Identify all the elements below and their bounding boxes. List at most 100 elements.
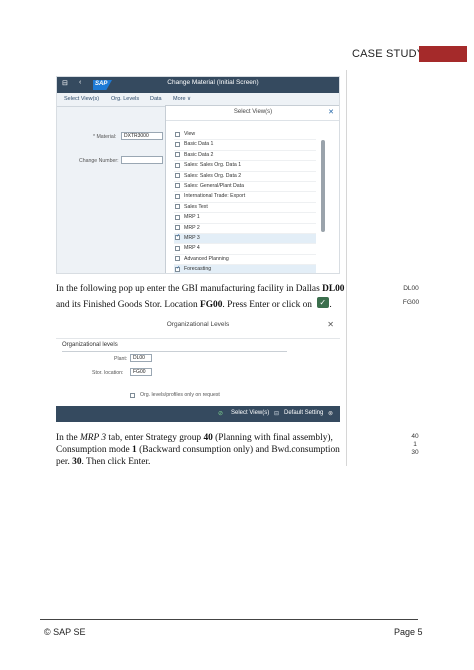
column-divider <box>346 70 347 466</box>
side-value-plant: DL00 <box>403 285 419 292</box>
view-checkbox[interactable] <box>175 256 180 262</box>
side-value-period: 30 <box>411 449 419 456</box>
sap-logo: SAP <box>93 80 112 90</box>
text-span: . Then click Enter. <box>81 457 151 467</box>
view-checkbox[interactable] <box>175 183 180 189</box>
text-span: . Press Enter or click on <box>222 300 315 310</box>
dialog-title: Select View(s) <box>233 109 273 115</box>
view-row[interactable]: Basic Data 1 <box>174 140 316 151</box>
header-label: CASE STUDY <box>352 48 425 60</box>
stor-location-label: Stor. location: <box>92 370 124 376</box>
side-value-strategy: 40 <box>411 433 419 440</box>
dialog-header: Select View(s) ✕ <box>166 106 339 121</box>
instruction-line-2: and its Finished Goods Stor. Location FG… <box>56 296 332 312</box>
view-row[interactable]: International Trade: Export <box>174 192 316 203</box>
close-icon[interactable]: ✕ <box>327 320 334 329</box>
close-icon[interactable]: ✕ <box>328 108 334 116</box>
org-levels-title: Organizational Levels <box>166 321 230 328</box>
footer-copyright: © SAP SE <box>44 627 86 637</box>
strategy-bold: 40 <box>203 433 213 443</box>
view-checkbox[interactable] <box>175 141 180 147</box>
change-number-label: Change Number: <box>79 158 119 164</box>
view-checkbox[interactable] <box>175 265 180 272</box>
view-label: Sales: General/Plant Data <box>184 182 244 189</box>
view-label: Sales Text <box>184 203 208 210</box>
text-span: Consumption mode <box>56 445 133 455</box>
view-checkbox[interactable] <box>175 245 180 251</box>
group-divider <box>62 351 287 352</box>
view-row[interactable]: Basic Data 2 <box>174 151 316 162</box>
view-label: International Trade: Export <box>184 193 246 200</box>
material-label: * Material: <box>93 134 117 140</box>
enter-icon <box>317 296 330 310</box>
view-row[interactable]: Sales: General/Plant Data <box>174 182 316 193</box>
view-checkbox[interactable] <box>175 162 180 168</box>
select-views-dialog: Select View(s) ✕ View Basic Data 1 Basic D… <box>165 105 339 273</box>
default-setting-button[interactable]: Default Setting <box>284 410 323 416</box>
view-checkbox[interactable] <box>175 131 180 137</box>
checkbox-label: Org. levels/profiles only on request <box>140 392 220 398</box>
view-checkbox[interactable] <box>175 233 180 241</box>
view-row[interactable]: MRP 4 <box>174 244 316 255</box>
menu-data[interactable]: Data <box>150 96 162 102</box>
view-checkbox[interactable] <box>175 173 180 179</box>
text-span: In the <box>56 433 80 443</box>
menu-select-views[interactable]: Select View(s) <box>64 96 99 102</box>
text-span: . <box>329 300 332 310</box>
side-value-consumption: 1 <box>413 441 417 448</box>
bwd-period-bold: 30 <box>72 457 82 467</box>
menu-icon[interactable]: ⊟ <box>62 79 68 87</box>
view-row[interactable]: Sales Text <box>174 203 316 214</box>
default-setting-icon: ⊟ <box>274 411 280 417</box>
view-row[interactable]: Sales: Sales Org. Data 2 <box>174 172 316 182</box>
footer-divider <box>40 619 418 620</box>
footer-page-number: Page 5 <box>394 627 423 637</box>
sap-title-bar: ⊟ ‹ SAP Change Material (Initial Screen) <box>57 77 339 93</box>
mrp3-italic: MRP 3 <box>79 433 107 443</box>
material-input[interactable]: DXTR3000 <box>121 132 163 140</box>
view-row[interactable]: Forecasting <box>174 265 316 273</box>
scrollbar[interactable] <box>321 140 325 232</box>
view-label: Advanced Planning <box>184 255 229 262</box>
window-title: Change Material (Initial Screen) <box>167 79 259 86</box>
view-row[interactable]: MRP 1 <box>174 213 316 224</box>
view-checkbox[interactable] <box>175 152 180 158</box>
plant-label: Plant: <box>114 356 128 362</box>
confirm-icon: ⊘ <box>218 411 224 417</box>
view-label: MRP 1 <box>184 214 200 221</box>
plant-input[interactable]: DL00 <box>130 354 152 362</box>
view-label: Sales: Sales Org. Data 1 <box>184 162 242 169</box>
text-span: and its Finished Goods Stor. Location <box>56 300 201 310</box>
change-number-input[interactable] <box>121 156 163 164</box>
org-levels-header: Organizational Levels ✕ <box>56 314 340 339</box>
view-label: Basic Data 2 <box>184 151 214 158</box>
text-span: tab, enter Strategy group <box>106 433 204 443</box>
menu-more[interactable]: More ∨ <box>173 96 191 102</box>
stor-location-input[interactable]: FG00 <box>130 368 152 376</box>
views-list: View Basic Data 1 Basic Data 2 Sales: Sales… <box>174 130 316 273</box>
view-row[interactable]: MRP 2 <box>174 224 316 234</box>
view-row[interactable]: MRP 3 <box>174 233 316 245</box>
screenshot-org-levels: Organizational Levels ✕ Organizational l… <box>56 314 340 422</box>
instruction-line-1: In the following pop up enter the GBI ma… <box>56 282 344 296</box>
view-checkbox[interactable] <box>175 225 180 231</box>
plant-code-bold: DL00 <box>322 284 345 294</box>
view-checkbox[interactable] <box>175 214 180 220</box>
cancel-icon[interactable]: ⊗ <box>328 410 333 417</box>
view-label: MRP 3 <box>184 234 200 241</box>
view-row[interactable]: Sales: Sales Org. Data 1 <box>174 161 316 172</box>
view-checkbox[interactable] <box>175 193 180 199</box>
dialog-footer: ⊘ Select View(s) ⊟ Default Setting ⊗ <box>56 406 340 422</box>
view-checkbox[interactable] <box>175 204 180 210</box>
text-span: per. <box>56 457 73 467</box>
text-span: In the following pop up enter the GBI ma… <box>56 284 323 294</box>
view-label: MRP 2 <box>184 224 200 231</box>
instruction-mrp3-line-3: per. 30. Then click Enter. <box>56 455 150 469</box>
view-row[interactable]: Advanced Planning <box>174 255 316 266</box>
back-icon[interactable]: ‹ <box>79 79 81 86</box>
select-views-button[interactable]: Select View(s) <box>231 410 269 416</box>
view-label: Sales: Sales Org. Data 2 <box>184 172 242 179</box>
view-row[interactable]: View <box>174 130 316 141</box>
menu-org-levels[interactable]: Org. Levels <box>111 96 139 102</box>
org-levels-checkbox[interactable] <box>130 393 135 398</box>
